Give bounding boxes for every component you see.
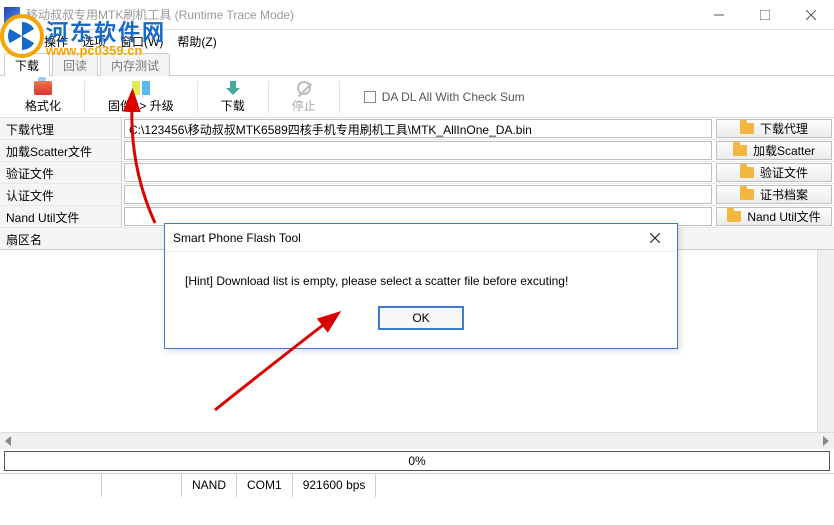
menu-option[interactable]: 选项 — [82, 33, 106, 50]
menu-help[interactable]: 帮助(Z) — [177, 33, 216, 50]
checkbox-icon — [364, 91, 376, 103]
da-path-field[interactable]: C:\123456\移动叔叔MTK6589四核手机专用刷机工具\MTK_AllI… — [124, 119, 712, 138]
da-label: 下载代理 — [0, 118, 122, 139]
verify-label: 验证文件 — [0, 162, 122, 183]
scatter-label: 加载Scatter文件 — [0, 140, 122, 161]
cert-label: 认证文件 — [0, 184, 122, 205]
minimize-button[interactable] — [696, 0, 742, 30]
tab-bar: 下载 回读 内存测试 — [0, 52, 834, 76]
download-button[interactable]: 下载 — [202, 76, 264, 117]
folder-icon — [733, 145, 747, 156]
tab-readback[interactable]: 回读 — [52, 53, 98, 76]
dialog-message: [Hint] Download list is empty, please se… — [185, 274, 568, 288]
horizontal-scrollbar[interactable] — [0, 432, 834, 449]
download-icon — [222, 79, 244, 97]
status-cell-empty — [0, 474, 102, 497]
checksum-checkbox[interactable]: DA DL All With Check Sum — [364, 90, 525, 104]
scatter-browse-button[interactable]: 加载Scatter — [716, 141, 832, 160]
status-cell-empty — [102, 474, 182, 497]
upgrade-icon — [130, 79, 152, 97]
menu-file[interactable]: 文件 — [6, 33, 30, 50]
stop-icon — [293, 79, 315, 97]
toolbar: 格式化 固件 -> 升级 下载 停止 DA DL All With Check … — [0, 76, 834, 118]
window-title: 移动叔叔专用MTK刷机工具 (Runtime Trace Mode) — [26, 6, 294, 23]
stop-button[interactable]: 停止 — [273, 76, 335, 117]
close-button[interactable] — [788, 0, 834, 30]
folder-icon — [740, 123, 754, 134]
menu-window[interactable]: 窗口(W) — [120, 33, 163, 50]
progress-bar: 0% — [4, 451, 830, 471]
dialog-close-button[interactable] — [641, 227, 669, 249]
progress-text: 0% — [408, 454, 425, 468]
tab-memtest[interactable]: 内存测试 — [100, 53, 170, 76]
cert-path-field[interactable] — [124, 185, 712, 204]
scatter-path-field[interactable] — [124, 141, 712, 160]
menu-bar: 文件 操作 选项 窗口(W) 帮助(Z) — [0, 30, 834, 52]
format-icon — [32, 79, 54, 97]
firmware-upgrade-button[interactable]: 固件 -> 升级 — [89, 76, 193, 117]
da-browse-button[interactable]: 下载代理 — [716, 119, 832, 138]
status-com: COM1 — [237, 474, 293, 497]
tab-download[interactable]: 下载 — [4, 53, 50, 76]
verify-browse-button[interactable]: 验证文件 — [716, 163, 832, 182]
format-button[interactable]: 格式化 — [6, 76, 80, 117]
hint-dialog: Smart Phone Flash Tool [Hint] Download l… — [164, 223, 678, 349]
window-titlebar: 移动叔叔专用MTK刷机工具 (Runtime Trace Mode) — [0, 0, 834, 30]
menu-action[interactable]: 操作 — [44, 33, 68, 50]
status-nand: NAND — [182, 474, 237, 497]
status-baud: 921600 bps — [293, 474, 377, 497]
dialog-ok-button[interactable]: OK — [378, 306, 464, 330]
status-bar: NAND COM1 921600 bps — [0, 473, 834, 497]
maximize-button[interactable] — [742, 0, 788, 30]
folder-icon — [727, 211, 741, 222]
verify-path-field[interactable] — [124, 163, 712, 182]
folder-icon — [740, 167, 754, 178]
app-icon — [4, 7, 20, 23]
vertical-scrollbar[interactable] — [817, 250, 834, 432]
folder-icon — [740, 189, 754, 200]
nand-browse-button[interactable]: Nand Util文件 — [716, 207, 832, 226]
cert-browse-button[interactable]: 证书档案 — [716, 185, 832, 204]
dialog-title: Smart Phone Flash Tool — [173, 231, 301, 245]
nand-label: Nand Util文件 — [0, 206, 122, 227]
